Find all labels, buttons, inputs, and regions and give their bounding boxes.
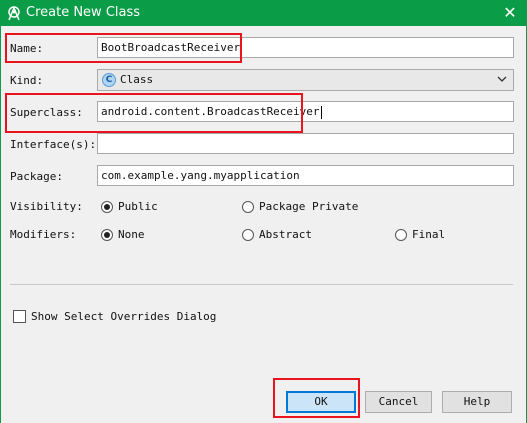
- package-field[interactable]: com.example.yang.myapplication: [97, 165, 514, 186]
- chevron-down-icon: [497, 76, 507, 82]
- superclass-field[interactable]: android.content.BroadcastReceiver: [97, 101, 514, 122]
- divider: [10, 284, 513, 285]
- modifiers-abstract-radio[interactable]: [242, 229, 254, 241]
- kind-value: Class: [120, 73, 154, 86]
- modifiers-abstract-label[interactable]: Abstract: [259, 228, 312, 241]
- modifiers-none-label[interactable]: None: [118, 228, 145, 241]
- visibility-package-private-radio[interactable]: [242, 201, 254, 213]
- visibility-label: Visibility:: [10, 200, 83, 213]
- name-value: BootBroadcastReceiver: [101, 41, 241, 54]
- show-overrides-label[interactable]: Show Select Overrides Dialog: [31, 310, 216, 323]
- visibility-package-private-label[interactable]: Package Private: [259, 200, 358, 213]
- help-button[interactable]: Help: [442, 391, 512, 413]
- android-studio-icon: [8, 6, 20, 21]
- visibility-public-radio[interactable]: [101, 201, 113, 213]
- close-icon: ✕: [503, 3, 517, 22]
- package-value: com.example.yang.myapplication: [101, 169, 300, 182]
- superclass-label: Superclass:: [10, 106, 83, 119]
- ok-button[interactable]: OK: [286, 391, 356, 413]
- text-cursor: [320, 105, 322, 119]
- modifiers-final-radio[interactable]: [395, 229, 407, 241]
- superclass-value: android.content.BroadcastReceiver: [101, 105, 320, 118]
- show-overrides-checkbox[interactable]: [13, 310, 26, 323]
- interfaces-label: Interface(s):: [10, 138, 97, 151]
- modifiers-label: Modifiers:: [10, 228, 77, 241]
- name-label: Name:: [10, 42, 44, 55]
- interfaces-field[interactable]: [97, 133, 514, 154]
- close-button[interactable]: ✕: [493, 0, 527, 26]
- package-label: Package:: [10, 170, 63, 183]
- modifiers-final-label[interactable]: Final: [412, 228, 445, 241]
- cancel-button[interactable]: Cancel: [365, 391, 432, 413]
- class-icon: C: [102, 73, 116, 87]
- window-title: Create New Class: [26, 5, 141, 20]
- kind-label: Kind:: [10, 74, 44, 87]
- kind-select[interactable]: C Class: [97, 69, 514, 91]
- title-bar: Create New Class ✕: [0, 0, 527, 26]
- visibility-public-label[interactable]: Public: [118, 200, 158, 213]
- modifiers-none-radio[interactable]: [101, 229, 113, 241]
- name-field[interactable]: BootBroadcastReceiver: [97, 37, 514, 58]
